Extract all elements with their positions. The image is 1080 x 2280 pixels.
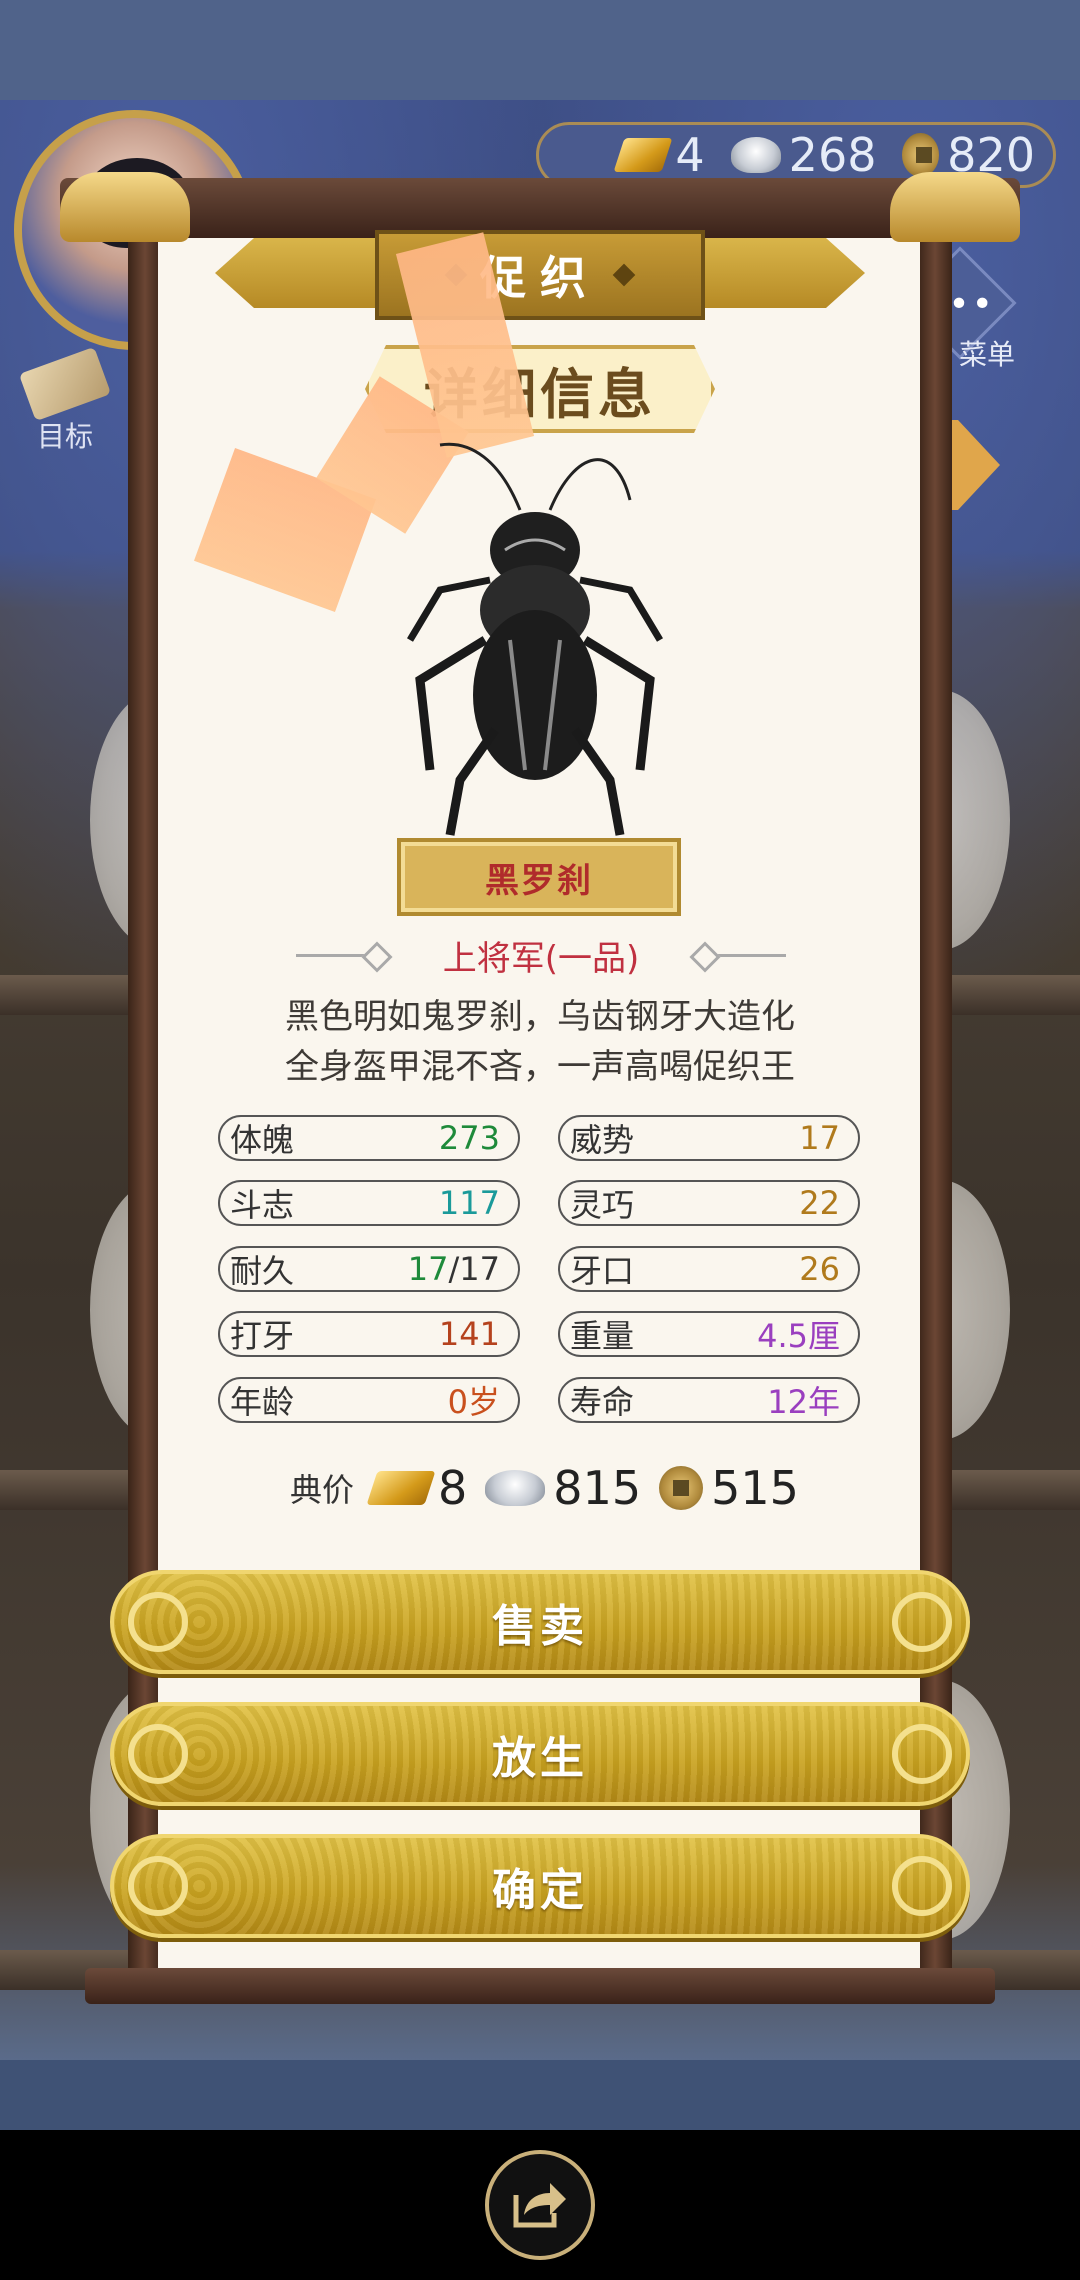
price-silver: 815: [553, 1461, 642, 1515]
stat-label: 打牙: [230, 1317, 295, 1355]
durability-max: /17: [448, 1250, 501, 1288]
stat-value: 4.5厘: [757, 1317, 840, 1355]
sell-label: 售卖: [492, 1601, 588, 1652]
button-ornament-icon: [892, 1856, 952, 1916]
stat-value: 273: [438, 1119, 500, 1157]
confirm-button[interactable]: 确定: [110, 1834, 970, 1938]
divider-ornament-left: [296, 953, 386, 957]
gold-count: 4: [675, 128, 705, 182]
silver-ingot-icon: [730, 137, 781, 173]
cricket-name-plate: 黑罗刹: [397, 838, 681, 916]
share-icon: [513, 2183, 566, 2228]
gold-ingot-icon: [613, 138, 673, 172]
goal-button[interactable]: 目标: [10, 346, 120, 455]
confirm-label: 确定: [492, 1865, 588, 1916]
stat-label: 耐久: [230, 1252, 295, 1290]
cricket-description: 黑色明如鬼罗刹，乌齿钢牙大造化 全身盔甲混不吝，一声高喝促织王: [180, 992, 900, 1092]
price-coin: 515: [711, 1461, 799, 1515]
rank-line: 上将军(一品): [296, 930, 786, 980]
stat-lifespan: 寿命 12年: [558, 1377, 860, 1423]
gold-ingot-icon: [366, 1471, 436, 1505]
scroll-rod-bottom: [85, 1968, 995, 2004]
stat-value: 117: [438, 1184, 500, 1222]
durability-current: 17: [407, 1250, 449, 1288]
description-line: 黑色明如鬼罗刹，乌齿钢牙大造化: [285, 997, 795, 1037]
stat-value: 22: [799, 1184, 840, 1222]
stat-bite: 打牙 141: [218, 1311, 520, 1357]
stat-value: 141: [438, 1315, 500, 1353]
stat-value: 12年: [767, 1383, 840, 1421]
price-gold: 8: [438, 1461, 468, 1515]
stat-spirit: 斗志 117: [218, 1180, 520, 1226]
stat-label: 体魄: [230, 1121, 295, 1159]
rod-cap-left: [60, 172, 190, 242]
pawn-price: 典价 8 815 515: [290, 1458, 809, 1518]
stat-weight: 重量 4.5厘: [558, 1311, 860, 1357]
description-line: 全身盔甲混不吝，一声高喝促织王: [285, 1047, 795, 1087]
stat-label: 牙口: [570, 1252, 635, 1290]
cricket-illustration: [406, 442, 664, 836]
sell-button[interactable]: 售卖: [110, 1570, 970, 1674]
menu-label: 菜单: [958, 338, 1015, 371]
stat-label: 年龄: [230, 1383, 295, 1421]
rod-cap-right: [890, 172, 1020, 242]
goal-label: 目标: [36, 420, 93, 453]
stat-value: 0岁: [447, 1383, 500, 1421]
stat-label: 斗志: [230, 1186, 295, 1224]
status-strip: [0, 0, 1080, 100]
stat-label: 灵巧: [570, 1186, 635, 1224]
silver-ingot-icon: [485, 1470, 546, 1506]
stat-label: 威势: [570, 1121, 635, 1159]
button-ornament-icon: [892, 1592, 952, 1652]
scroll-rod-top: [60, 172, 1020, 242]
stat-age: 年龄 0岁: [218, 1377, 520, 1423]
button-ornament-icon: [128, 1856, 188, 1916]
stat-agility: 灵巧 22: [558, 1180, 860, 1226]
stat-value: 17: [799, 1119, 840, 1157]
stat-teeth: 牙口 26: [558, 1246, 860, 1292]
stat-value: 17/17: [408, 1250, 500, 1288]
stat-label: 重量: [570, 1317, 635, 1355]
title-ornament-icon: [612, 263, 636, 287]
scroll-icon: [18, 346, 112, 422]
release-button[interactable]: 放生: [110, 1702, 970, 1806]
price-label: 典价: [290, 1471, 355, 1509]
copper-coin-icon: [902, 133, 940, 177]
share-button[interactable]: [485, 2150, 595, 2260]
stat-value: 26: [799, 1250, 840, 1288]
rank-text: 上将军(一品): [442, 938, 640, 979]
button-ornament-icon: [128, 1724, 188, 1784]
divider-ornament-right: [696, 953, 786, 957]
copper-coin-icon: [659, 1466, 704, 1510]
button-ornament-icon: [128, 1592, 188, 1652]
button-ornament-icon: [892, 1724, 952, 1784]
stat-label: 寿命: [570, 1383, 635, 1421]
release-label: 放生: [492, 1733, 588, 1784]
stat-physique: 体魄 273: [218, 1115, 520, 1161]
stat-might: 威势 17: [558, 1115, 860, 1161]
stat-durability: 耐久 17/17: [218, 1246, 520, 1292]
silver-count: 268: [788, 128, 877, 182]
